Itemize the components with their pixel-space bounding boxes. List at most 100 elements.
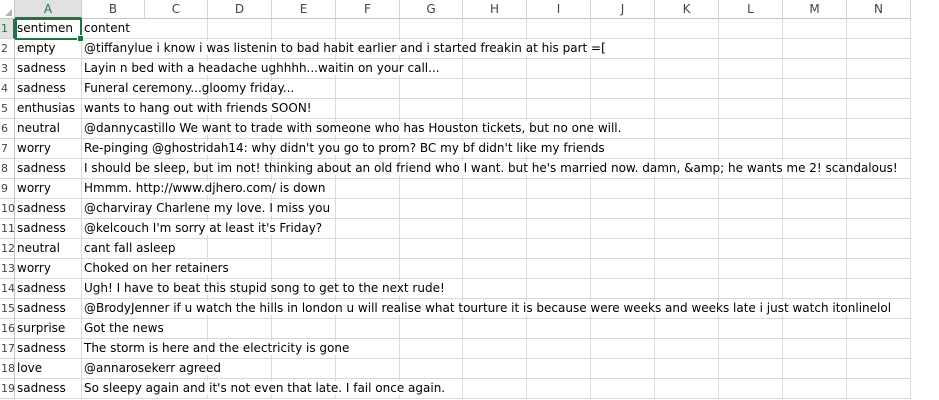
cell-n16[interactable] (847, 319, 911, 339)
column-header-f[interactable]: F (336, 0, 400, 19)
cell-e18[interactable] (272, 359, 336, 379)
cell-h19[interactable] (463, 379, 527, 399)
cell-g4[interactable] (400, 79, 463, 99)
row-header-17[interactable]: 17 (0, 339, 15, 359)
cell-h1[interactable] (463, 19, 527, 39)
cell-l14[interactable] (719, 279, 783, 299)
cell-k19[interactable] (655, 379, 719, 399)
cell-a17[interactable]: sadness (15, 339, 82, 359)
cell-l11[interactable] (719, 219, 783, 239)
cell-b3[interactable]: Layin n bed with a headache ughhhh...wai… (82, 59, 442, 79)
cell-k13[interactable] (655, 259, 719, 279)
cell-l10[interactable] (719, 199, 783, 219)
row-header-12[interactable]: 12 (0, 239, 15, 259)
cell-a3[interactable]: sadness (15, 59, 82, 79)
select-all-button[interactable] (0, 0, 15, 19)
cell-e12[interactable] (272, 239, 336, 259)
cell-n4[interactable] (847, 79, 911, 99)
cell-n3[interactable] (847, 59, 911, 79)
cell-h13[interactable] (463, 259, 527, 279)
cell-m9[interactable] (783, 179, 847, 199)
cell-n6[interactable] (847, 119, 911, 139)
cell-l2[interactable] (719, 39, 783, 59)
cell-n19[interactable] (847, 379, 911, 399)
cell-f12[interactable] (336, 239, 400, 259)
cell-a12[interactable]: neutral (15, 239, 82, 259)
cell-h17[interactable] (463, 339, 527, 359)
cell-i1[interactable] (527, 19, 591, 39)
cell-n12[interactable] (847, 239, 911, 259)
cell-m7[interactable] (783, 139, 847, 159)
cell-n17[interactable] (847, 339, 911, 359)
cell-j16[interactable] (591, 319, 655, 339)
cell-k3[interactable] (655, 59, 719, 79)
cell-c1[interactable] (145, 19, 208, 39)
cell-k14[interactable] (655, 279, 719, 299)
cell-m19[interactable] (783, 379, 847, 399)
cell-a10[interactable]: sadness (15, 199, 82, 219)
cell-l4[interactable] (719, 79, 783, 99)
column-header-n[interactable]: N (847, 0, 911, 19)
cell-i12[interactable] (527, 239, 591, 259)
cell-a9[interactable]: worry (15, 179, 82, 199)
cell-g5[interactable] (400, 99, 463, 119)
cell-m18[interactable] (783, 359, 847, 379)
cell-b9[interactable]: Hmmm. http://www.djhero.com/ is down (82, 179, 328, 199)
cell-a2[interactable]: empty (15, 39, 82, 59)
cell-i19[interactable] (527, 379, 591, 399)
cell-l5[interactable] (719, 99, 783, 119)
column-header-d[interactable]: D (208, 0, 272, 19)
cell-k10[interactable] (655, 199, 719, 219)
row-header-18[interactable]: 18 (0, 359, 15, 379)
column-header-g[interactable]: G (400, 0, 463, 19)
row-header-19[interactable]: 19 (0, 379, 15, 399)
cell-f5[interactable] (336, 99, 400, 119)
cell-l18[interactable] (719, 359, 783, 379)
cell-b16[interactable]: Got the news (82, 319, 166, 339)
cell-h4[interactable] (463, 79, 527, 99)
cell-i13[interactable] (527, 259, 591, 279)
cell-b13[interactable]: Choked on her retainers (82, 259, 231, 279)
cell-b12[interactable]: cant fall asleep (82, 239, 178, 259)
cell-a16[interactable]: surprise (15, 319, 82, 339)
cell-m12[interactable] (783, 239, 847, 259)
cell-b10[interactable]: @charviray Charlene my love. I miss you (82, 199, 333, 219)
row-header-2[interactable]: 2 (0, 39, 15, 59)
cell-l17[interactable] (719, 339, 783, 359)
cell-k16[interactable] (655, 319, 719, 339)
cell-f18[interactable] (336, 359, 400, 379)
cell-b8[interactable]: I should be sleep, but im not! thinking … (82, 159, 900, 179)
cell-m11[interactable] (783, 219, 847, 239)
cell-k12[interactable] (655, 239, 719, 259)
cell-h16[interactable] (463, 319, 527, 339)
cell-b2[interactable]: @tiffanylue i know i was listenin to bad… (82, 39, 608, 59)
cell-h12[interactable] (463, 239, 527, 259)
cell-m16[interactable] (783, 319, 847, 339)
cell-i3[interactable] (527, 59, 591, 79)
column-header-c[interactable]: C (145, 0, 208, 19)
cell-h11[interactable] (463, 219, 527, 239)
cell-f13[interactable] (336, 259, 400, 279)
row-header-6[interactable]: 6 (0, 119, 15, 139)
cell-f10[interactable] (336, 199, 400, 219)
row-header-8[interactable]: 8 (0, 159, 15, 179)
row-header-7[interactable]: 7 (0, 139, 15, 159)
cell-n13[interactable] (847, 259, 911, 279)
row-header-11[interactable]: 11 (0, 219, 15, 239)
cell-d16[interactable] (208, 319, 272, 339)
cell-k11[interactable] (655, 219, 719, 239)
cell-m13[interactable] (783, 259, 847, 279)
cell-l6[interactable] (719, 119, 783, 139)
cell-i17[interactable] (527, 339, 591, 359)
cell-h10[interactable] (463, 199, 527, 219)
column-header-i[interactable]: I (527, 0, 591, 19)
cell-g9[interactable] (400, 179, 463, 199)
cell-l19[interactable] (719, 379, 783, 399)
cell-j10[interactable] (591, 199, 655, 219)
cell-b18[interactable]: @annarosekerr agreed (82, 359, 223, 379)
column-header-a[interactable]: A (15, 0, 82, 19)
cell-l3[interactable] (719, 59, 783, 79)
cell-j4[interactable] (591, 79, 655, 99)
cell-m14[interactable] (783, 279, 847, 299)
cell-a14[interactable]: sadness (15, 279, 82, 299)
